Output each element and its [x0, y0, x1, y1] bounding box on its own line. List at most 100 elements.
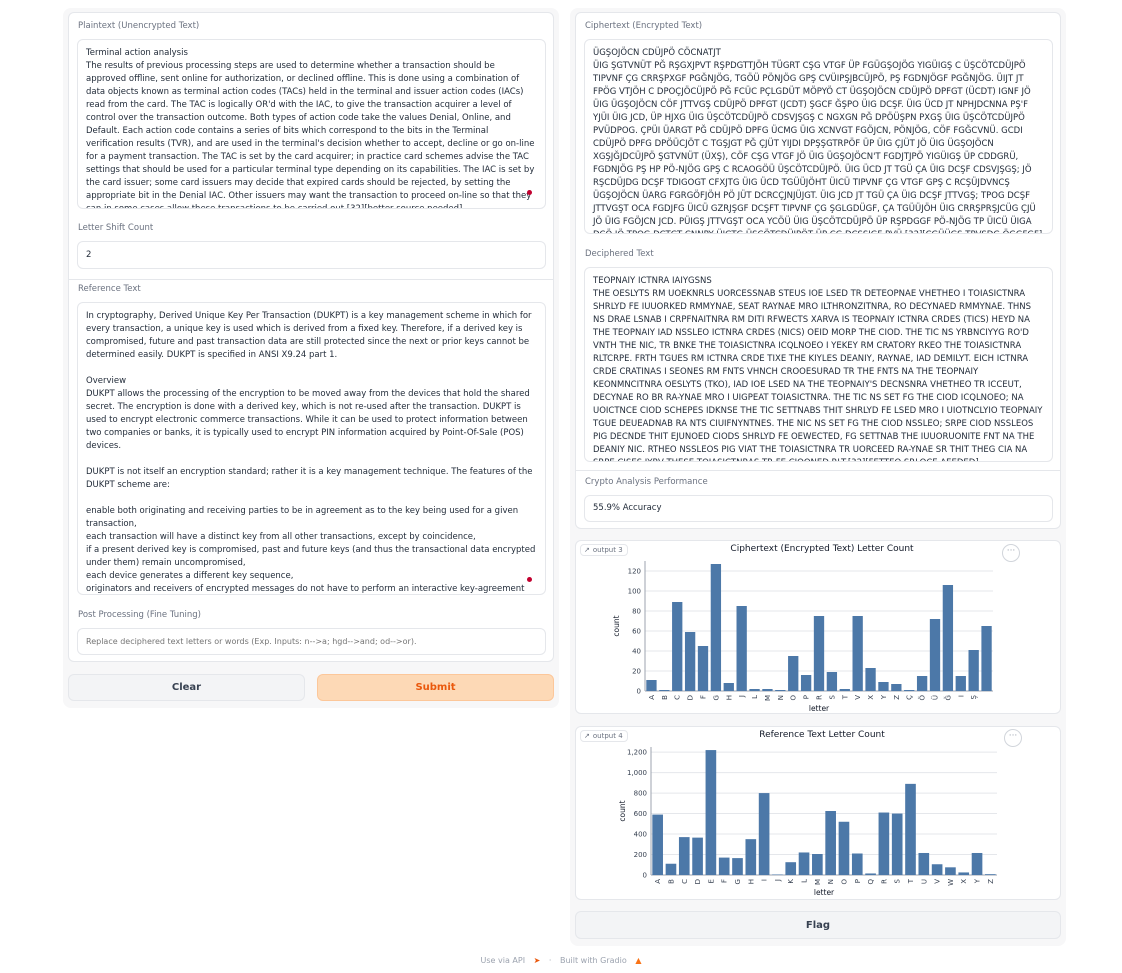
- bar: [798, 852, 810, 875]
- x-tick-label: K: [787, 879, 795, 884]
- divider: [69, 279, 553, 280]
- x-tick-label: M: [764, 695, 772, 701]
- bar: [775, 690, 786, 691]
- x-tick-label: J: [774, 879, 782, 882]
- x-tick-label: Z: [987, 879, 995, 884]
- x-tick-label: R: [880, 879, 888, 884]
- post-label: Post Processing (Fine Tuning): [78, 610, 201, 620]
- footer-separator: ·: [548, 956, 552, 965]
- cipher-letter-chart: 0 20 40 60 80 100 120 A B C D F G H J L M N O P R S T V X Y Z Ç Ö Ü Ğ I…: [612, 561, 993, 713]
- y-tick-label: 800: [634, 790, 647, 798]
- bar: [826, 672, 838, 691]
- bar: [710, 564, 722, 691]
- reference-input[interactable]: In cryptography, Derived Unique Key Per …: [77, 302, 546, 595]
- x-tick-label: O: [790, 695, 798, 701]
- bar: [736, 606, 747, 691]
- x-tick-label: G: [712, 695, 720, 700]
- bar: [652, 814, 663, 875]
- bar: [955, 676, 966, 691]
- built-with-gradio-link[interactable]: Built with Gradio: [560, 956, 627, 965]
- clear-button[interactable]: Clear: [68, 674, 305, 701]
- bar: [838, 821, 850, 875]
- bar: [672, 602, 683, 691]
- shift-input[interactable]: 2: [77, 241, 546, 269]
- x-tick-label: B: [661, 695, 669, 700]
- x-tick-label: S: [828, 694, 836, 699]
- x-tick-label: V: [934, 879, 942, 884]
- reference-label: Reference Text: [78, 284, 141, 294]
- post-processing-input[interactable]: [77, 628, 546, 655]
- bar: [772, 874, 783, 875]
- x-tick-label: Ç: [906, 695, 914, 700]
- bar: [918, 852, 930, 875]
- plaintext-value: Terminal action analysis The results of …: [86, 48, 535, 209]
- x-tick-label: C: [674, 695, 682, 700]
- gradio-logo-icon: ▲: [635, 956, 642, 965]
- shift-label: Letter Shift Count: [78, 223, 154, 233]
- bar: [684, 632, 696, 691]
- x-tick-label: D: [694, 879, 702, 884]
- x-tick-label: G: [734, 879, 742, 884]
- deciphered-value: TEOPNAIY ICTNRA IAIYGSNS THE OESLYTS RM …: [593, 276, 1043, 461]
- y-tick-label: 20: [632, 668, 641, 676]
- footer: Use via API ➤ · Built with Gradio ▲: [0, 956, 1122, 965]
- bar: [705, 750, 717, 875]
- flag-button[interactable]: Flag: [575, 911, 1061, 939]
- ciphertext-label: Ciphertext (Encrypted Text): [585, 21, 703, 31]
- x-tick-label: V: [854, 695, 862, 700]
- x-tick-label: Ö: [918, 695, 927, 701]
- bar: [931, 864, 943, 875]
- y-tick-label: 0: [643, 872, 647, 880]
- y-tick-label: 0: [637, 688, 641, 696]
- x-tick-label: A: [654, 879, 662, 884]
- y-axis-title: count: [612, 615, 621, 636]
- x-tick-label: N: [827, 879, 835, 884]
- x-tick-label: X: [867, 695, 875, 700]
- shift-value: 2: [86, 250, 92, 260]
- y-tick-label: 100: [628, 588, 641, 596]
- x-tick-label: L: [751, 695, 759, 699]
- bar: [916, 676, 928, 691]
- bar: [812, 854, 823, 875]
- bar: [800, 675, 812, 691]
- performance-label: Crypto Analysis Performance: [585, 477, 708, 487]
- ciphertext-value: ÜGŞOJÖCN CDÜJPÖ CÖCNATJT ÜIG ŞGTVNÜT PĞ …: [593, 48, 1042, 233]
- bar: [758, 793, 770, 875]
- bar: [659, 690, 670, 691]
- cipher-chart-panel: ↗ output 3 Ciphertext (Encrypted Text) L…: [575, 540, 1061, 714]
- submit-button[interactable]: Submit: [317, 674, 554, 701]
- performance-value: 55.9% Accuracy: [593, 503, 662, 513]
- y-tick-label: 80: [632, 608, 641, 616]
- x-tick-label: E: [707, 879, 715, 883]
- x-tick-label: J: [738, 695, 746, 698]
- bar: [958, 872, 970, 875]
- bar: [865, 873, 876, 875]
- bar: [971, 852, 983, 875]
- plaintext-input[interactable]: Terminal action analysis The results of …: [77, 39, 546, 209]
- bar: [985, 874, 996, 875]
- grammar-mark: [527, 190, 532, 195]
- x-tick-label: Ü: [931, 695, 940, 700]
- x-tick-label: N: [777, 695, 785, 700]
- x-tick-label: M: [814, 879, 822, 885]
- reference-value: In cryptography, Derived Unique Key Per …: [86, 311, 536, 594]
- reference-letter-chart: 0 200 400 600 800 1,000 1,200 A B C D E F G H I J K L M N O P Q…: [618, 747, 997, 897]
- bar: [723, 683, 734, 691]
- x-tick-label: T: [841, 694, 849, 700]
- grammar-mark-2: [527, 577, 532, 582]
- bar: [878, 682, 889, 691]
- y-tick-label: 1,000: [627, 769, 647, 777]
- x-tick-label: U: [920, 879, 928, 884]
- bar: [891, 684, 902, 691]
- x-tick-label: I: [761, 879, 769, 881]
- bar: [678, 837, 690, 875]
- bar: [718, 857, 730, 875]
- x-tick-label: Ş: [970, 694, 978, 699]
- bar: [852, 616, 863, 691]
- x-tick-label: B: [667, 879, 675, 884]
- y-tick-label: 1,200: [627, 749, 647, 757]
- use-via-api-link[interactable]: Use via API: [481, 956, 526, 965]
- y-tick-label: 600: [634, 810, 647, 818]
- x-tick-label: D: [687, 695, 695, 700]
- x-tick-label: Y: [880, 694, 888, 700]
